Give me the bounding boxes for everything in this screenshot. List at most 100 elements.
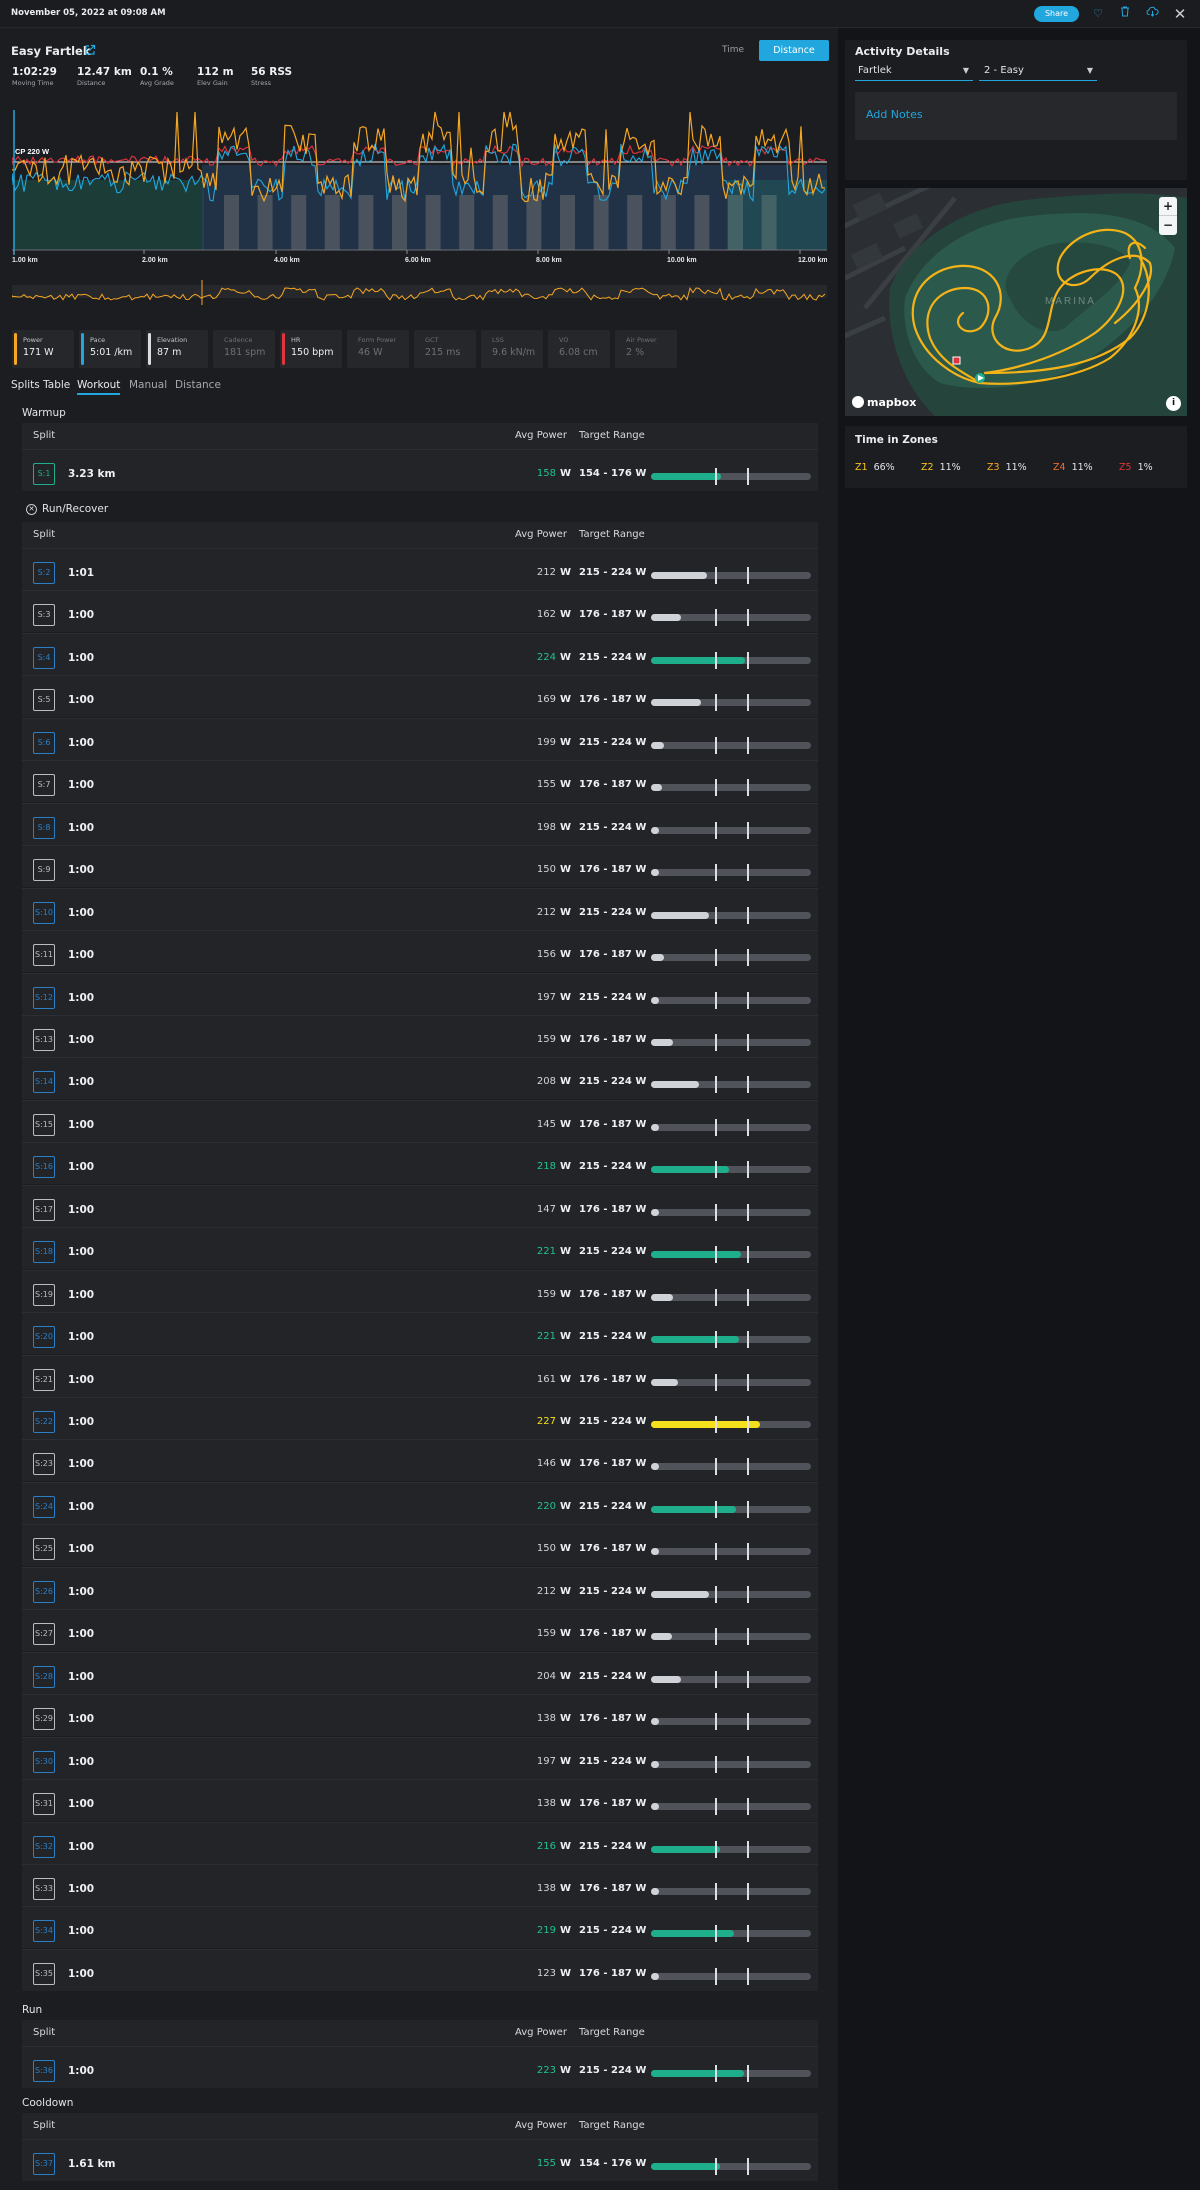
split-row[interactable]: S:10 1:00 212 W 215 - 224 W: [22, 887, 818, 930]
target-range-value: 176 - 187 W: [579, 1373, 647, 1385]
target-range-value: 176 - 187 W: [579, 1118, 647, 1130]
split-row[interactable]: S:15 1:00 145 W 176 - 187 W: [22, 1099, 818, 1142]
range-max-tick: [747, 1033, 749, 1051]
split-row[interactable]: S:21 1:00 161 W 176 - 187 W: [22, 1354, 818, 1397]
split-row[interactable]: S:23 1:00 146 W 176 - 187 W: [22, 1439, 818, 1482]
share-button[interactable]: Share: [1034, 6, 1079, 22]
activity-chart[interactable]: CP 220 W 1.00 km 2.00 km 4.00 km 6.00 km 8.0…: [11, 110, 828, 310]
split-badge: S:17: [33, 1198, 55, 1221]
metric-form-power[interactable]: Form Power 46 W: [347, 330, 409, 368]
split-row[interactable]: S:20 1:00 221 W 215 - 224 W: [22, 1312, 818, 1355]
split-row[interactable]: S:3 1:00 162 W 176 - 187 W: [22, 590, 818, 633]
progress-fill: [651, 1633, 672, 1641]
split-row[interactable]: S:2 1:01 212 W 215 - 224 W: [22, 548, 818, 590]
split-row[interactable]: S:27 1:00 159 W 176 - 187 W: [22, 1609, 818, 1652]
split-row[interactable]: S:29 1:00 138 W 176 - 187 W: [22, 1694, 818, 1737]
metric-gct[interactable]: GCT 215 ms: [414, 330, 476, 368]
split-row[interactable]: S:1 3.23 km 158 W 154 - 176 W: [22, 449, 818, 491]
add-notes-link[interactable]: Add Notes: [866, 108, 923, 121]
tab-distance[interactable]: Distance: [175, 379, 221, 391]
tab-splits-table[interactable]: Splits Table: [11, 379, 70, 391]
section-run-recover[interactable]: ✕ Run/Recover: [26, 503, 108, 515]
target-progress-bar: [651, 949, 811, 967]
trash-icon[interactable]: [1117, 6, 1133, 22]
split-row[interactable]: S:4 1:00 224 W 215 - 224 W: [22, 632, 818, 675]
close-icon[interactable]: ✕: [1171, 5, 1189, 23]
power-unit: W: [560, 1713, 572, 1725]
split-row[interactable]: S:18 1:00 221 W 215 - 224 W: [22, 1227, 818, 1270]
split-row[interactable]: S:33 1:00 138 W 176 - 187 W: [22, 1863, 818, 1906]
route-map[interactable]: MARINA + − mapbox i: [845, 188, 1187, 416]
range-max-tick: [747, 2158, 749, 2175]
split-row[interactable]: S:7 1:00 155 W 176 - 187 W: [22, 760, 818, 803]
collapse-icon[interactable]: ✕: [26, 503, 37, 515]
target-range-value: 176 - 187 W: [579, 1882, 647, 1894]
target-progress-bar: [651, 991, 811, 1009]
external-link-icon[interactable]: [84, 44, 96, 59]
map-place-label: MARINA: [1045, 296, 1096, 307]
split-row[interactable]: S:35 1:00 123 W 176 - 187 W: [22, 1948, 818, 1991]
metric-cadence[interactable]: Cadence 181 spm: [213, 330, 275, 368]
notes-box[interactable]: Add Notes: [855, 92, 1177, 140]
split-row[interactable]: S:22 1:00 227 W 215 - 224 W: [22, 1397, 818, 1439]
zoom-in-button[interactable]: +: [1159, 197, 1177, 216]
split-row[interactable]: S:34 1:00 219 W 215 - 224 W: [22, 1906, 818, 1949]
tab-manual[interactable]: Manual: [129, 379, 167, 391]
split-row[interactable]: S:26 1:00 212 W 215 - 224 W: [22, 1566, 818, 1609]
split-row[interactable]: S:16 1:00 218 W 215 - 224 W: [22, 1142, 818, 1185]
zone-z3: Z3 11%: [987, 462, 1027, 473]
warmup-header: Split Avg Power Target Range: [22, 423, 818, 449]
power-unit: W: [560, 2158, 572, 2169]
metric-pace[interactable]: Pace 5:01 /km: [79, 330, 141, 368]
metric-lss[interactable]: LSS 9.6 kN/m: [481, 330, 543, 368]
split-row[interactable]: S:25 1:00 150 W 176 - 187 W: [22, 1524, 818, 1567]
split-badge: S:5: [33, 689, 55, 712]
metric-air-power[interactable]: Air Power 2 %: [615, 330, 677, 368]
toggle-time[interactable]: Time: [714, 40, 752, 61]
split-row[interactable]: S:13 1:00 159 W 176 - 187 W: [22, 1014, 818, 1057]
split-row[interactable]: S:9 1:00 150 W 176 - 187 W: [22, 845, 818, 888]
split-row[interactable]: S:37 1.61 km 155 W 154 - 176 W: [22, 2139, 818, 2181]
split-badge: S:8: [33, 816, 55, 839]
zoom-out-button[interactable]: −: [1159, 216, 1177, 235]
metric-hr[interactable]: HR 150 bpm: [280, 330, 342, 368]
metric-power[interactable]: Power 171 W: [12, 330, 74, 368]
split-label: 1:00: [68, 864, 95, 877]
split-row[interactable]: S:36 1:00 223 W 215 - 224 W: [22, 2046, 818, 2088]
cp-label: CP 220 W: [15, 147, 50, 156]
split-row[interactable]: S:19 1:00 159 W 176 - 187 W: [22, 1269, 818, 1312]
chevron-down-icon: ▼: [1086, 66, 1093, 75]
split-badge: S:31: [33, 1793, 55, 1816]
split-label: 1:00: [68, 1628, 95, 1641]
split-row[interactable]: S:32 1:00 216 W 215 - 224 W: [22, 1821, 818, 1864]
split-row[interactable]: S:30 1:00 197 W 215 - 224 W: [22, 1736, 818, 1779]
split-label: 1:00: [68, 1161, 95, 1174]
split-row[interactable]: S:24 1:00 220 W 215 - 224 W: [22, 1481, 818, 1524]
split-row[interactable]: S:6 1:00 199 W 215 - 224 W: [22, 717, 818, 760]
split-row[interactable]: S:5 1:00 169 W 176 - 187 W: [22, 675, 818, 718]
intensity-select[interactable]: 2 - Easy ▼: [979, 61, 1097, 81]
split-row[interactable]: S:28 1:00 204 W 215 - 224 W: [22, 1651, 818, 1694]
avg-power-value: 159: [536, 1628, 556, 1640]
split-row[interactable]: S:12 1:00 197 W 215 - 224 W: [22, 972, 818, 1015]
progress-fill: [651, 1845, 720, 1853]
avg-power-value: 138: [536, 1882, 556, 1894]
split-row[interactable]: S:8 1:00 198 W 215 - 224 W: [22, 802, 818, 845]
heart-icon[interactable]: ♡: [1090, 6, 1106, 22]
power-unit: W: [560, 1416, 572, 1427]
avg-power-value: 219: [536, 1925, 556, 1937]
metric-elevation[interactable]: Elevation 87 m: [146, 330, 208, 368]
split-row[interactable]: S:17 1:00 147 W 176 - 187 W: [22, 1184, 818, 1227]
split-row[interactable]: S:11 1:00 156 W 176 - 187 W: [22, 930, 818, 973]
activity-details-card: Activity Details Fartlek ▼ 2 - Easy ▼ Ad…: [845, 40, 1187, 180]
split-row[interactable]: S:31 1:00 138 W 176 - 187 W: [22, 1779, 818, 1822]
map-info-icon[interactable]: i: [1166, 396, 1181, 411]
power-unit: W: [560, 1628, 572, 1640]
workout-type-select[interactable]: Fartlek ▼: [855, 61, 973, 81]
target-progress-bar: [651, 864, 811, 882]
tab-workout[interactable]: Workout: [77, 379, 121, 395]
metric-vo[interactable]: VO 6.08 cm: [548, 330, 610, 368]
download-icon[interactable]: [1144, 6, 1160, 22]
toggle-distance[interactable]: Distance: [759, 40, 829, 61]
split-row[interactable]: S:14 1:00 208 W 215 - 224 W: [22, 1057, 818, 1100]
